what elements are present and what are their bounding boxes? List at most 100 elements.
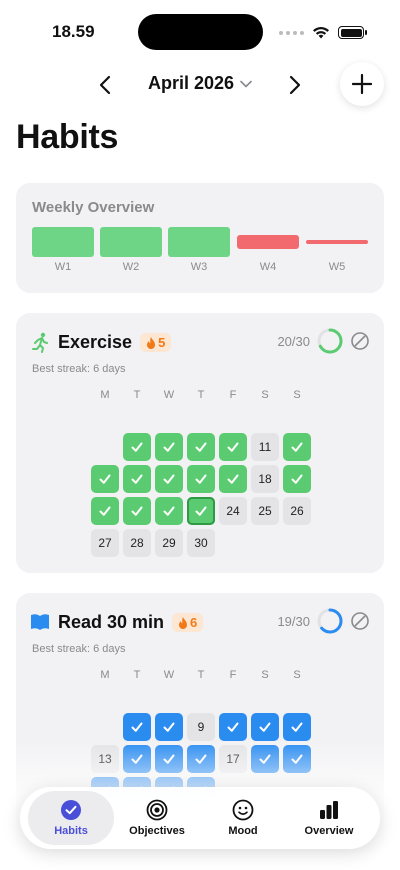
book-icon [31, 614, 49, 630]
signal-icon [279, 30, 304, 35]
day-cell-done[interactable] [219, 465, 247, 493]
bar-chart-icon [320, 801, 338, 819]
checkmark-icon [131, 442, 143, 452]
day-cell[interactable]: 25 [251, 497, 279, 525]
streak-badge: 5 [140, 332, 172, 352]
flame-icon [179, 616, 188, 629]
tab-bar: Habits Objectives Mood Overview [20, 787, 380, 849]
weekday-label: T [197, 669, 205, 681]
day-cell-done[interactable] [91, 497, 119, 525]
week-label: W5 [328, 261, 346, 273]
previous-month-button[interactable] [92, 72, 118, 98]
checkmark-icon [227, 442, 239, 452]
day-cell[interactable]: 18 [251, 465, 279, 493]
tab-label: Objectives [129, 825, 185, 837]
day-cell-done[interactable] [123, 497, 151, 525]
weekday-label: S [293, 389, 301, 401]
checkmark-icon [163, 474, 175, 484]
checkmark-icon [131, 506, 143, 516]
day-cell[interactable]: 30 [187, 529, 215, 557]
habit-header: Exercise 5 [30, 329, 172, 355]
slash-circle-icon [351, 332, 369, 350]
checkmark-icon [99, 506, 111, 516]
wifi-icon [313, 27, 329, 39]
day-cell[interactable]: 27 [91, 529, 119, 557]
checkmark-icon [195, 474, 207, 484]
day-cell-done[interactable] [283, 433, 311, 461]
day-cell[interactable]: 28 [123, 529, 151, 557]
battery-icon [338, 26, 367, 39]
day-cell-done[interactable] [123, 713, 151, 741]
status-bar: 18.59 [0, 0, 400, 60]
day-cell-done[interactable] [155, 497, 183, 525]
skip-habit-button[interactable] [350, 611, 370, 631]
day-cell-done[interactable] [155, 465, 183, 493]
day-cell-done[interactable] [283, 465, 311, 493]
day-cell-done[interactable] [219, 433, 247, 461]
add-habit-button[interactable] [340, 62, 384, 106]
weekday-label: W [163, 389, 175, 401]
skip-habit-button[interactable] [350, 331, 370, 351]
page-title: Habits [16, 118, 119, 156]
weekday-label: F [229, 389, 237, 401]
day-cell-done[interactable] [155, 713, 183, 741]
checkmark-icon [291, 474, 303, 484]
week-bar-w1 [32, 227, 94, 257]
day-cell-done[interactable] [219, 713, 247, 741]
habit-header: Read 30 min 6 [30, 609, 204, 635]
progress-ring [317, 328, 343, 354]
day-cell-done[interactable] [283, 713, 311, 741]
streak-count: 6 [190, 614, 198, 630]
day-cell-done[interactable] [251, 713, 279, 741]
day-cell[interactable]: 24 [219, 497, 247, 525]
day-cell[interactable]: 29 [155, 529, 183, 557]
tab-label: Habits [54, 825, 88, 837]
habit-card-exercise[interactable]: Exercise 5 20/30 Best streak: 6 days M T W T F S S… [16, 313, 384, 573]
checkmark-icon [195, 442, 207, 452]
tab-objectives[interactable]: Objectives [114, 791, 200, 845]
month-selector[interactable]: April 2026 [148, 73, 252, 94]
target-icon [146, 799, 168, 821]
weekday-label: T [133, 389, 141, 401]
tab-habits[interactable]: Habits [28, 791, 114, 845]
checkmark-icon [131, 722, 143, 732]
flame-icon [147, 336, 156, 349]
weekday-label: W [163, 669, 175, 681]
day-cell-done[interactable] [123, 465, 151, 493]
tab-label: Mood [228, 825, 258, 837]
day-cell[interactable]: 26 [283, 497, 311, 525]
tab-mood[interactable]: Mood [200, 791, 286, 845]
weekday-label: S [261, 669, 269, 681]
tab-overview[interactable]: Overview [286, 791, 372, 845]
habit-name: Exercise [58, 331, 133, 352]
day-cell[interactable]: 11 [251, 433, 279, 461]
running-icon [32, 332, 48, 353]
checkmark-icon [163, 722, 175, 732]
next-month-button[interactable] [282, 72, 308, 98]
best-streak: Best streak: 6 days [32, 643, 126, 655]
checkmark-icon [227, 722, 239, 732]
checkmark-icon [227, 474, 239, 484]
day-cell[interactable]: 9 [187, 713, 215, 741]
weekday-label: S [261, 389, 269, 401]
weekday-label: M [100, 669, 110, 681]
week-bar-w3 [168, 227, 230, 257]
checkmark-icon [131, 474, 143, 484]
day-cell-done[interactable] [91, 465, 119, 493]
checkmark-circle-icon [61, 800, 81, 820]
day-cell-done[interactable] [155, 433, 183, 461]
habit-name: Read 30 min [58, 611, 165, 632]
weekly-overview-card: Weekly Overview W1 W2 W3 W4 W5 [16, 183, 384, 293]
chevron-right-icon [289, 75, 301, 95]
status-icons [279, 26, 367, 39]
plus-icon [352, 74, 372, 94]
day-cell-done[interactable] [187, 433, 215, 461]
day-cell-done[interactable] [187, 497, 215, 525]
day-cell-done[interactable] [187, 465, 215, 493]
streak-badge: 6 [172, 612, 204, 632]
best-streak: Best streak: 6 days [32, 363, 126, 375]
progress-ring [317, 608, 343, 634]
checkmark-icon [259, 722, 271, 732]
day-cell-done[interactable] [123, 433, 151, 461]
week-bar-w5 [306, 240, 368, 244]
